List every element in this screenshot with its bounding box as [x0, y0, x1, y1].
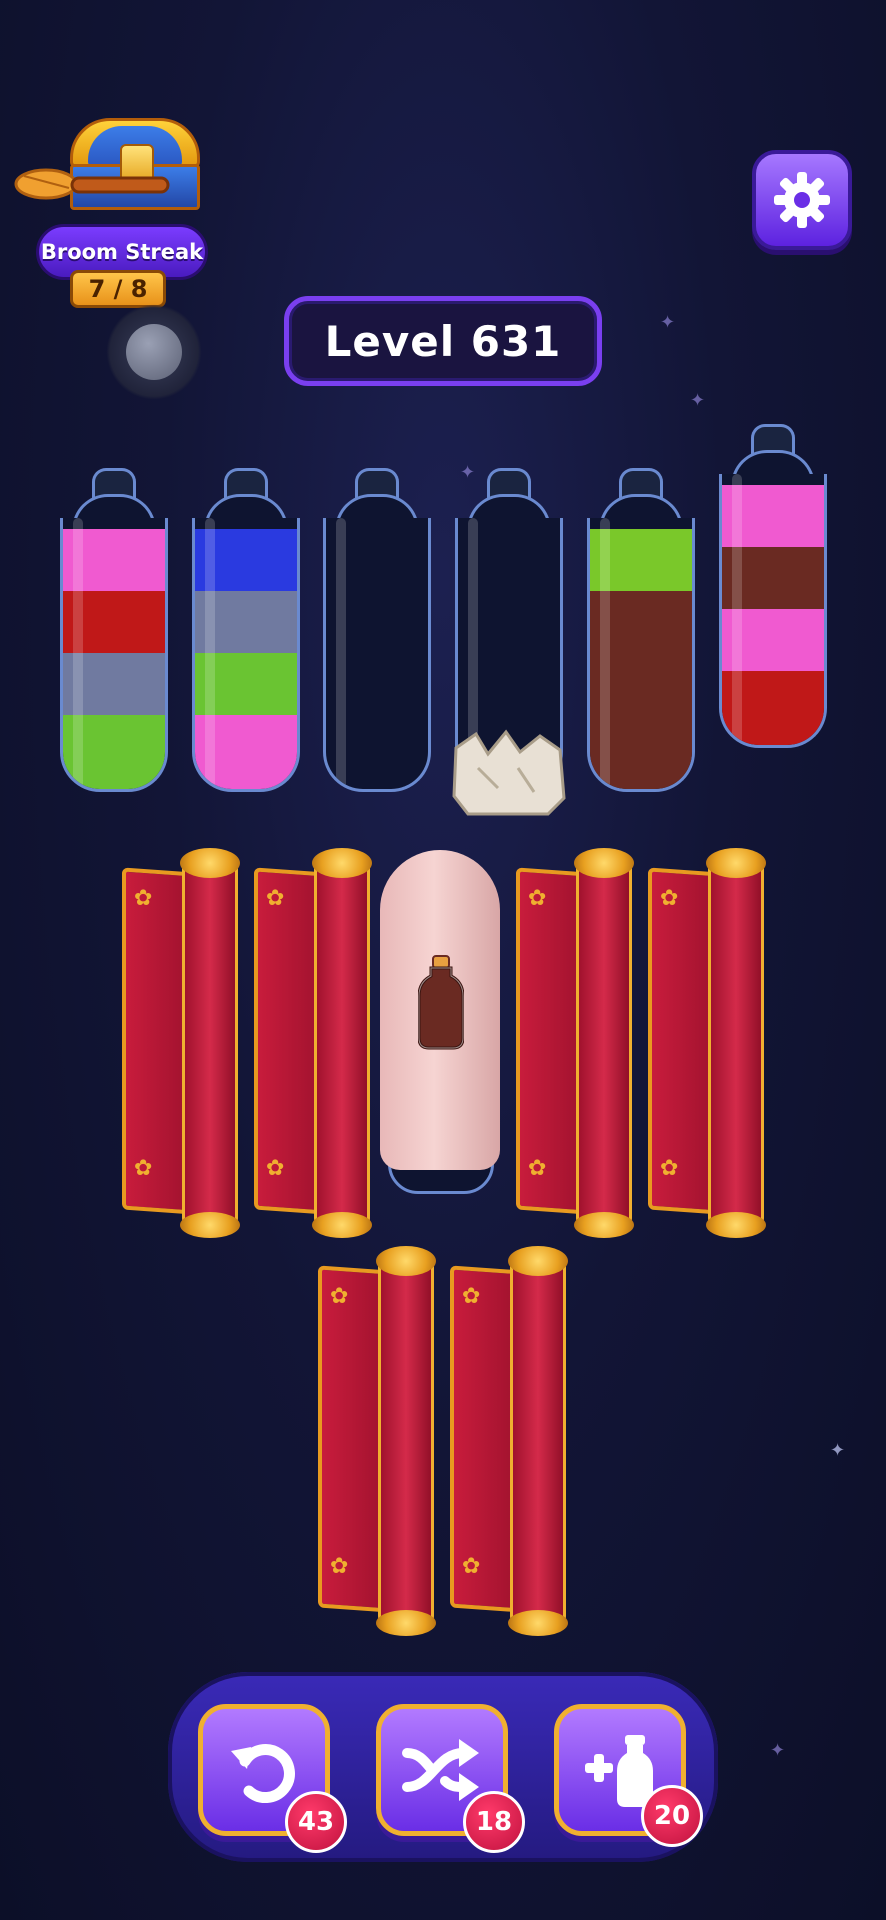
curtain-cover[interactable]: ✿ ✿ — [254, 848, 372, 1238]
shuffle-icon — [402, 1739, 479, 1801]
bottle[interactable] — [587, 468, 695, 792]
add-bottle-button[interactable]: 20 — [554, 1704, 703, 1847]
curtain-cover[interactable]: ✿ ✿ — [648, 848, 766, 1238]
undo-count: 43 — [297, 1807, 335, 1837]
gear-icon — [774, 172, 830, 228]
level-indicator: Level 631 — [284, 296, 602, 386]
streak-label: Broom Streak — [40, 240, 204, 264]
bottle[interactable] — [60, 468, 168, 792]
star-decoration: ✦ — [770, 1740, 786, 1761]
hidden-bottle-icon — [418, 955, 464, 1050]
undo-count-badge: 43 — [285, 1791, 347, 1853]
bottle[interactable] — [192, 468, 300, 792]
curtain-cover[interactable]: ✿ ✿ — [122, 848, 240, 1238]
undo-button[interactable]: 43 — [198, 1704, 347, 1853]
broom-streak-widget[interactable]: Broom Streak 7 / 8 — [14, 118, 214, 308]
streak-count-badge: 7 / 8 — [70, 270, 166, 308]
streak-count: 7 / 8 — [88, 275, 148, 303]
level-label: Level 631 — [324, 316, 562, 366]
star-decoration: ✦ — [830, 1440, 846, 1461]
shuffle-count: 18 — [475, 1807, 513, 1837]
joystick-indicator — [106, 304, 202, 400]
curtain-cover[interactable]: ✿ ✿ — [516, 848, 634, 1238]
curtain-cover[interactable]: ✿ ✿ — [450, 1246, 568, 1636]
booster-toolbar: 43 18 20 — [168, 1672, 718, 1862]
star-decoration: ✦ — [660, 312, 676, 333]
settings-button[interactable] — [752, 150, 852, 250]
star-decoration: ✦ — [690, 390, 706, 411]
add-bottle-count: 20 — [653, 1801, 691, 1831]
broom-icon — [14, 168, 170, 200]
hidden-bottle[interactable] — [380, 850, 506, 1200]
shuffle-count-badge: 18 — [463, 1791, 525, 1853]
shuffle-button[interactable]: 18 — [376, 1704, 525, 1853]
add-bottle-count-badge: 20 — [641, 1785, 703, 1847]
curtain-cover[interactable]: ✿ ✿ — [318, 1246, 436, 1636]
undo-icon — [231, 1744, 295, 1803]
rocks-obstacle-icon — [452, 729, 566, 816]
bottle[interactable] — [323, 468, 431, 792]
bottle[interactable] — [719, 424, 827, 748]
